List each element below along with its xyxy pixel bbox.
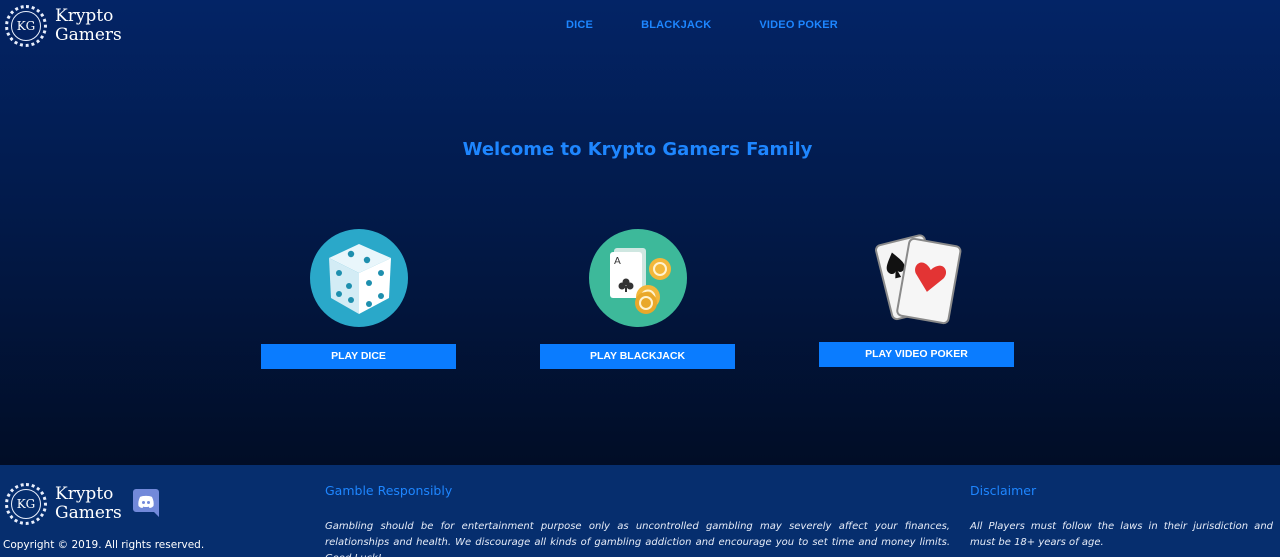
game-card-blackjack: A PLAY BLACKJACK [540, 228, 735, 369]
nav-blackjack[interactable]: BLACKJACK [641, 19, 711, 31]
footer-logo-seal: KG [5, 483, 47, 525]
footer-logo-name-line2: Gamers [55, 503, 122, 523]
hero-section: KG Krypto Gamers DICE BLACKJACK VIDEO PO… [0, 0, 1280, 465]
copyright-text: Copyright © 2019. All rights reserved. [3, 539, 205, 551]
footer-logo-name: Krypto Gamers [55, 485, 122, 523]
game-card-video-poker: PLAY VIDEO POKER [819, 226, 1014, 367]
nav-video-poker[interactable]: VIDEO POKER [759, 19, 838, 31]
main-nav: DICE BLACKJACK VIDEO POKER [566, 19, 838, 31]
footer-logo-initials: KG [16, 497, 36, 511]
gamble-responsibly-text: Gambling should be for entertainment pur… [325, 521, 950, 557]
logo-name-line2: Gamers [55, 25, 122, 45]
play-video-poker-button[interactable]: PLAY VIDEO POKER [819, 342, 1014, 367]
footer-logo[interactable]: KG Krypto Gamers [5, 483, 122, 525]
play-blackjack-button[interactable]: PLAY BLACKJACK [540, 344, 735, 369]
logo-initials: KG [16, 19, 36, 33]
playing-cards-icon[interactable] [867, 226, 967, 326]
page-title: Welcome to Krypto Gamers Family [462, 139, 813, 160]
footer: KG Krypto Gamers Copyright © 2019. All r… [0, 465, 1280, 557]
discord-icon[interactable] [133, 489, 159, 517]
nav-dice[interactable]: DICE [566, 19, 593, 31]
blackjack-icon[interactable]: A [588, 228, 688, 328]
gamble-responsibly-title: Gamble Responsibly [325, 483, 453, 498]
logo-name: Krypto Gamers [55, 7, 122, 45]
footer-logo-name-line1: Krypto [55, 484, 114, 504]
header-logo[interactable]: KG Krypto Gamers [5, 5, 122, 47]
dice-icon[interactable] [309, 228, 409, 328]
logo-name-line1: Krypto [55, 6, 114, 26]
disclaimer-title: Disclaimer [970, 483, 1037, 498]
disclaimer-text: All Players must follow the laws in thei… [970, 521, 1273, 548]
logo-seal: KG [5, 5, 47, 47]
game-card-dice: PLAY DICE [261, 228, 456, 369]
play-dice-button[interactable]: PLAY DICE [261, 344, 456, 369]
svg-text:A: A [614, 256, 621, 267]
